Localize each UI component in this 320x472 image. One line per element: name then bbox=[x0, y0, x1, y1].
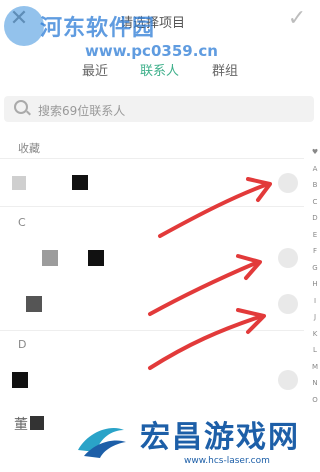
brand-text: 宏昌游戏网 bbox=[140, 420, 300, 455]
brand-logo bbox=[78, 428, 126, 458]
annotation-arrows bbox=[148, 177, 272, 370]
arrow-2 bbox=[148, 260, 260, 316]
arrow-1 bbox=[158, 182, 270, 238]
arrow-3 bbox=[148, 314, 264, 370]
brand-url: www.hcs-laser.com bbox=[184, 456, 270, 466]
